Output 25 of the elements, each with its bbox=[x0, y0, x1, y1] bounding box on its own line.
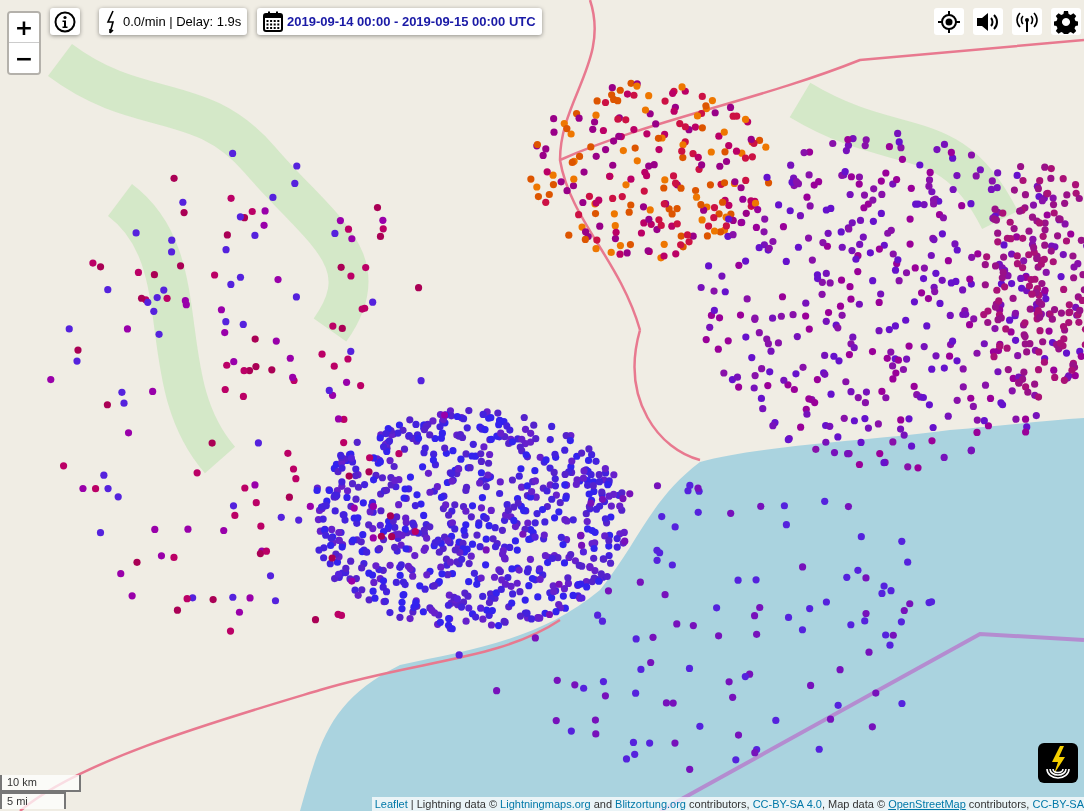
locate-button[interactable] bbox=[934, 8, 964, 35]
zoom-out-button[interactable]: − bbox=[9, 43, 39, 73]
station-button[interactable] bbox=[1012, 8, 1042, 35]
sound-button[interactable] bbox=[973, 8, 1003, 35]
settings-icon bbox=[1054, 9, 1078, 34]
attribution-link[interactable]: CC-BY-SA 4.0 bbox=[752, 798, 822, 810]
info-icon bbox=[54, 10, 76, 33]
imperial-scale-bar: 5 mi bbox=[0, 792, 66, 809]
app-logo-button[interactable] bbox=[1038, 743, 1078, 783]
strike-rate-text: 0.0/min | Delay: 1.9s bbox=[123, 14, 242, 29]
zoom-in-button[interactable]: + bbox=[9, 13, 39, 43]
metric-scale-bar: 10 km bbox=[0, 775, 81, 792]
attribution-link[interactable]: Blitzortung.org bbox=[615, 798, 686, 810]
attribution-link[interactable]: Leaflet bbox=[374, 798, 408, 810]
info-button[interactable] bbox=[50, 8, 80, 35]
calendar-icon bbox=[263, 10, 283, 33]
attribution-link[interactable]: CC-BY-SA bbox=[1032, 798, 1084, 810]
crosshair-icon bbox=[938, 10, 960, 33]
attribution-link[interactable]: OpenStreetMap bbox=[888, 798, 966, 810]
attribution-link[interactable]: Lightningmaps.org bbox=[500, 798, 591, 810]
speaker-icon bbox=[976, 10, 1000, 33]
time-range-button[interactable]: 2019-09-14 00:00 - 2019-09-15 00:00 UTC bbox=[257, 8, 542, 35]
settings-button[interactable] bbox=[1051, 8, 1081, 35]
attribution-text: Leaflet | Lightning data © Lightningmaps.org and Blitzortung.org contributors, CC-BY-SA 4.0, Map data © OpenStreetMap contributors, CC-BY-SA bbox=[371, 797, 1084, 811]
antenna-icon bbox=[1016, 10, 1038, 33]
